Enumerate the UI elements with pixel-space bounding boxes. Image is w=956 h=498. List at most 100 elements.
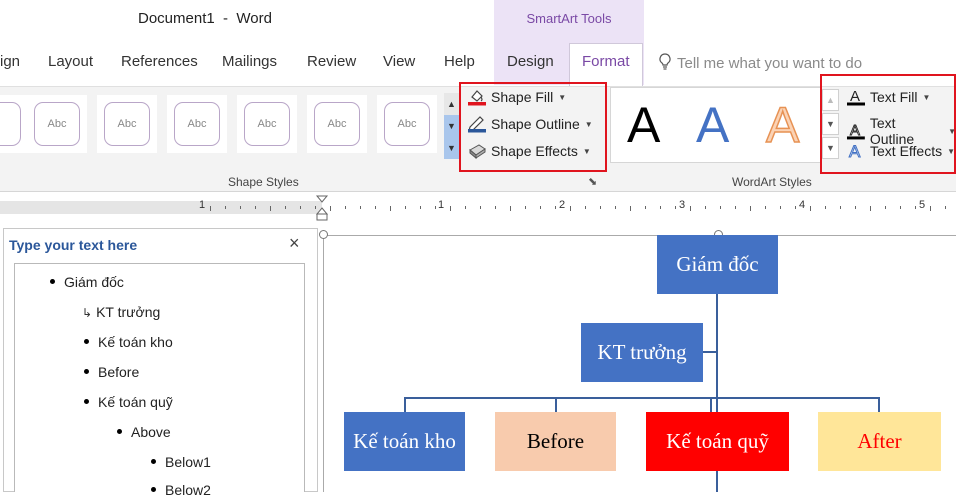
shape-style-thumb-6[interactable]: Abc — [377, 95, 437, 153]
ruler-tick — [270, 206, 271, 211]
ruler-number: 3 — [679, 199, 686, 211]
ruler-tick — [735, 206, 736, 209]
tab-view[interactable]: View — [383, 53, 415, 70]
ruler-tick — [510, 206, 511, 211]
highlight-box-text-commands — [820, 74, 956, 174]
tab-smartart-format[interactable]: Format — [582, 53, 630, 70]
ruler-tick — [225, 206, 226, 209]
ruler-tick — [555, 206, 556, 209]
more-styles-icon[interactable]: ▼ — [444, 137, 459, 159]
list-item-text: Kế toán quỹ — [98, 394, 173, 410]
ruler-tick — [405, 206, 406, 209]
connector-line — [710, 397, 712, 412]
shape-style-thumb-0[interactable]: Abc — [0, 95, 28, 153]
connector-line — [555, 397, 557, 412]
ruler-number: 2 — [559, 199, 566, 211]
shape-style-preview: Abc — [384, 102, 430, 146]
ruler-tick — [375, 206, 376, 209]
ruler-tick — [585, 206, 586, 209]
shape-style-preview: Abc — [104, 102, 150, 146]
shape-style-thumb-1[interactable]: Abc — [27, 95, 87, 153]
shape-style-preview: Abc — [0, 102, 21, 146]
shape-style-preview: Abc — [34, 102, 80, 146]
ruler-tick — [570, 206, 571, 211]
indent-marker-icon[interactable] — [315, 195, 329, 223]
bullet-icon — [84, 338, 89, 344]
ruler-tick — [330, 206, 331, 211]
org-node-ke-toan-kho[interactable]: Kế toán kho — [344, 412, 465, 471]
wordart-style-black[interactable]: A — [627, 96, 660, 154]
wordart-style-blue[interactable]: A — [696, 96, 729, 154]
ruler-number: 4 — [799, 199, 806, 211]
org-node-giam-doc[interactable]: Giám đốc — [657, 235, 778, 294]
ruler-tick — [885, 206, 886, 209]
shape-style-thumb-2[interactable]: Abc — [97, 95, 157, 153]
list-item[interactable]: Below2 — [151, 482, 211, 498]
tab-references[interactable]: References — [121, 53, 198, 70]
tab-smartart-design[interactable]: Design — [507, 53, 554, 70]
list-item[interactable]: Kế toán kho — [84, 334, 173, 350]
bullet-icon — [151, 458, 156, 464]
ruler-number: 1 — [199, 199, 206, 211]
shape-style-preview: Abc — [314, 102, 360, 146]
connector-line — [404, 397, 880, 399]
org-node-before[interactable]: Before — [495, 412, 616, 471]
list-item[interactable]: ↳ KT trưởng — [82, 304, 160, 320]
list-item[interactable]: Before — [84, 364, 139, 380]
resize-handle[interactable] — [319, 230, 328, 239]
ruler-number: 5 — [919, 199, 926, 211]
lightbulb-icon — [659, 53, 671, 70]
shape-styles-gallery-scroll[interactable]: ▲ ▼ ▼ — [444, 93, 459, 159]
list-item[interactable]: Above — [117, 424, 171, 440]
list-item[interactable]: Giám đốc — [50, 274, 124, 290]
ruler-tick — [705, 206, 706, 209]
ruler-tick — [315, 206, 316, 209]
ruler-tick — [435, 206, 436, 209]
tab-help[interactable]: Help — [444, 53, 475, 70]
ruler-tick — [840, 206, 841, 209]
ruler-tick — [870, 206, 871, 211]
dialog-launcher-icon[interactable]: ⬊ — [588, 175, 597, 188]
tab-design-partial[interactable]: ign — [0, 53, 20, 70]
list-item-text: Giám đốc — [64, 274, 124, 290]
ruler-number: 1 — [438, 199, 445, 211]
org-node-kt-truong[interactable]: KT trưởng — [581, 323, 703, 382]
org-node-ke-toan-quy[interactable]: Kế toán quỹ — [646, 412, 789, 471]
shape-style-thumb-5[interactable]: Abc — [307, 95, 367, 153]
ruler-tick — [795, 206, 796, 209]
ruler-tick — [900, 206, 901, 209]
ruler-tick — [720, 206, 721, 209]
list-item-text: Kế toán kho — [98, 334, 173, 350]
ruler-tick — [240, 206, 241, 209]
tell-me-search[interactable]: Tell me what you want to do — [659, 53, 862, 72]
tab-mailings[interactable]: Mailings — [222, 53, 277, 70]
shape-style-thumb-4[interactable]: Abc — [237, 95, 297, 153]
shape-style-thumb-3[interactable]: Abc — [167, 95, 227, 153]
list-item[interactable]: Below1 — [151, 454, 211, 470]
ruler-tick — [390, 206, 391, 211]
assistant-arrow-icon: ↳ — [82, 306, 93, 320]
tab-layout[interactable]: Layout — [48, 53, 93, 70]
ruler-tick — [765, 206, 766, 209]
close-icon[interactable]: × — [289, 233, 300, 254]
ruler-tick — [675, 206, 676, 209]
wordart-style-orange[interactable]: A — [765, 96, 800, 154]
scroll-up-icon[interactable]: ▲ — [444, 93, 459, 115]
list-item-text: KT trưởng — [96, 304, 161, 320]
ruler-tick — [255, 206, 256, 209]
tab-review[interactable]: Review — [307, 53, 356, 70]
list-item-text: Before — [98, 364, 140, 380]
scroll-down-icon[interactable]: ▼ — [444, 115, 459, 137]
org-node-after[interactable]: After — [818, 412, 941, 471]
ruler-tick — [630, 206, 631, 211]
ruler-tick — [300, 206, 301, 209]
ruler-tick — [825, 206, 826, 209]
window-title: Document1 - Word — [138, 10, 272, 27]
wordart-styles-group-label: WordArt Styles — [732, 175, 812, 189]
list-item-text: Below2 — [165, 482, 211, 498]
list-item[interactable]: Kế toán quỹ — [84, 394, 173, 410]
ruler-tick — [210, 206, 211, 211]
ruler-text-area — [322, 201, 956, 214]
ruler-tick — [810, 206, 811, 211]
list-item-text: Above — [131, 424, 171, 440]
